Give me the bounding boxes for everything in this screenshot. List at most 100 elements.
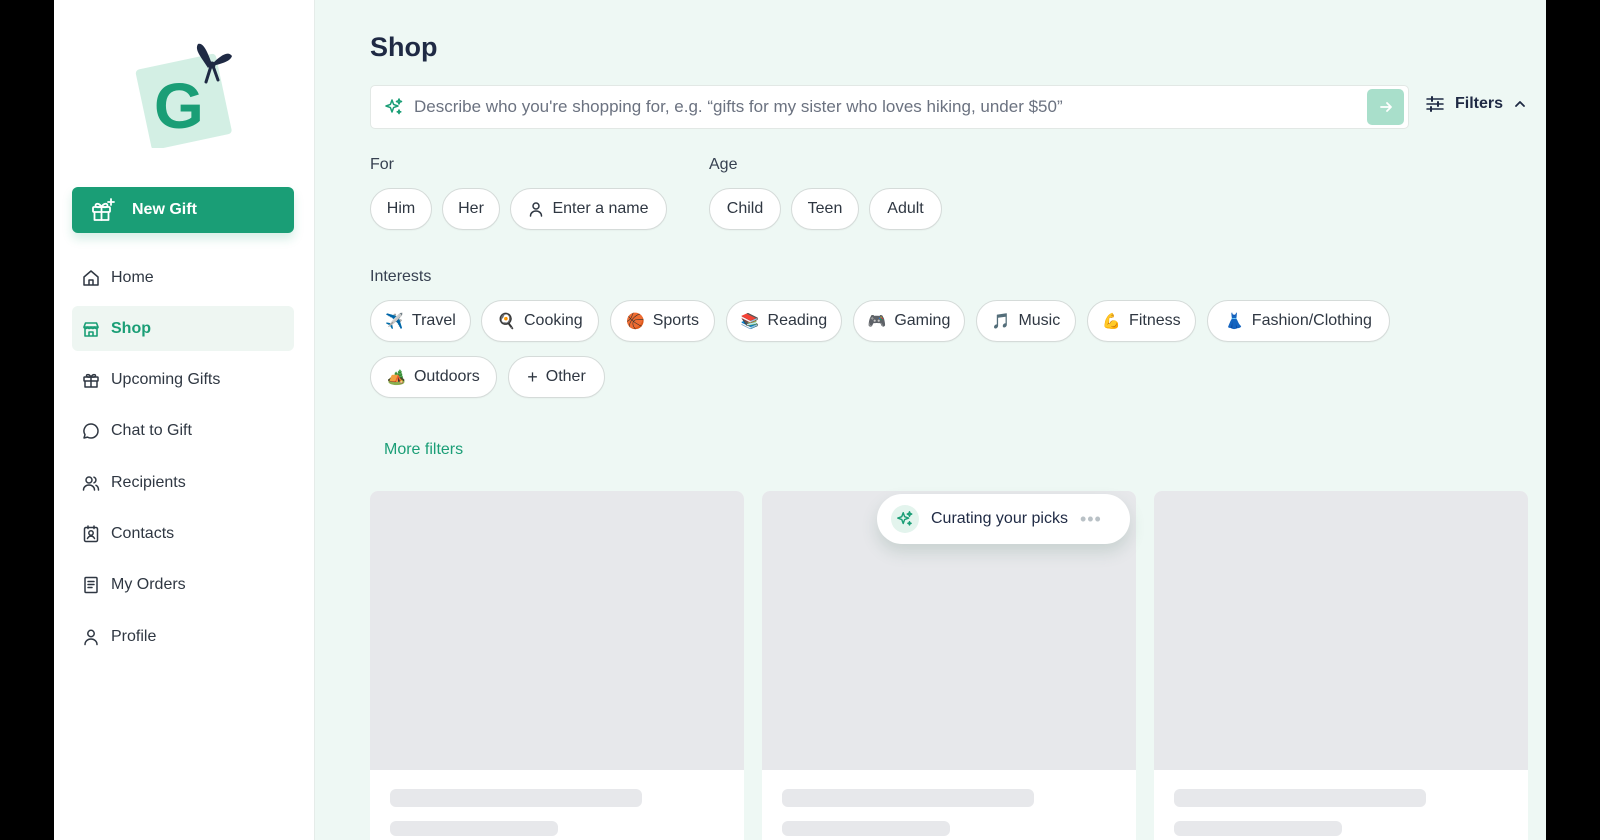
chip-other[interactable]: + Other	[508, 356, 605, 398]
books-icon: 📚	[740, 313, 760, 330]
profile-icon	[81, 627, 101, 647]
chip-label: Outdoors	[413, 368, 480, 385]
music-note-icon: 🎵	[991, 313, 1011, 330]
sparkle-icon	[891, 505, 919, 533]
chip-teen[interactable]: Teen	[791, 188, 859, 230]
sidebar-item-label: Profile	[111, 627, 157, 645]
sidebar-item-home[interactable]: Home	[72, 255, 294, 300]
frying-pan-icon: 🍳	[497, 313, 516, 330]
product-card-skeleton	[1154, 491, 1528, 840]
shop-icon	[81, 319, 101, 339]
sidebar-item-contacts[interactable]: Contacts	[72, 511, 294, 556]
curating-label: Curating your picks	[931, 510, 1068, 527]
title-placeholder	[1174, 789, 1426, 807]
image-placeholder	[370, 491, 744, 770]
search-input[interactable]	[412, 96, 1367, 118]
chip-label: Music	[1018, 312, 1061, 329]
chip-label: Her	[458, 200, 484, 217]
chip-outdoors[interactable]: 🏕️ Outdoors	[370, 356, 497, 398]
plus-icon: +	[527, 366, 538, 387]
sparkle-icon	[384, 97, 404, 117]
curating-status-pill: Curating your picks •••	[877, 494, 1130, 544]
orders-icon	[81, 575, 101, 595]
camping-tent-icon: 🏕️	[387, 369, 406, 386]
contacts-icon	[81, 524, 101, 544]
sidebar-nav: Home Shop Upcoming Gifts Chat to Gift Re…	[72, 255, 294, 665]
search-submit-button[interactable]	[1367, 89, 1404, 125]
title-placeholder	[390, 789, 642, 807]
chip-label: Other	[545, 368, 586, 385]
more-filters-link[interactable]: More filters	[384, 441, 463, 459]
price-placeholder	[390, 821, 558, 836]
chip-gaming[interactable]: 🎮 Gaming	[853, 300, 965, 342]
basketball-icon: 🏀	[626, 313, 645, 330]
chip-him[interactable]: Him	[370, 188, 432, 230]
sidebar-item-label: Recipients	[111, 473, 186, 491]
gift-plus-icon	[90, 195, 120, 225]
for-section-label: For	[370, 156, 394, 173]
filters-label: Filters	[1455, 95, 1504, 112]
product-card-skeleton	[370, 491, 744, 840]
gift-tag-logo[interactable]: G	[132, 38, 242, 150]
svg-text:G: G	[154, 70, 204, 142]
chip-enter-a-name[interactable]: Enter a name	[510, 188, 667, 230]
chip-cooking[interactable]: 🍳 Cooking	[481, 300, 599, 342]
sidebar: G New Gift Home Shop Upcoming Gifts Chat…	[54, 0, 315, 840]
sidebar-item-label: My Orders	[111, 576, 186, 594]
game-controller-icon: 🎮	[867, 313, 887, 330]
search-bar	[370, 85, 1409, 129]
new-gift-label: New Gift	[132, 201, 197, 218]
chip-label: Fitness	[1129, 312, 1181, 329]
gift-icon	[81, 370, 101, 390]
loading-dots: •••	[1079, 508, 1102, 529]
chip-label: Sports	[652, 312, 699, 329]
sidebar-item-recipients[interactable]: Recipients	[72, 460, 294, 505]
chip-label: Enter a name	[552, 200, 649, 217]
flexed-arm-icon: 💪	[1102, 313, 1122, 330]
chip-adult[interactable]: Adult	[869, 188, 942, 230]
chevron-up-icon	[1513, 97, 1527, 111]
dress-icon: 👗	[1225, 313, 1244, 330]
chip-label: Teen	[807, 200, 843, 217]
airplane-icon: ✈️	[385, 313, 404, 330]
recipients-icon	[81, 473, 101, 493]
new-gift-button[interactable]: New Gift	[72, 187, 294, 233]
chip-label: Reading	[767, 312, 828, 329]
sidebar-item-label: Chat to Gift	[111, 422, 192, 440]
sliders-icon	[1426, 94, 1446, 114]
chip-fitness[interactable]: 💪 Fitness	[1087, 300, 1196, 342]
chip-reading[interactable]: 📚 Reading	[726, 300, 842, 342]
page-title: Shop	[370, 32, 438, 62]
chip-fashion-clothing[interactable]: 👗 Fashion/Clothing	[1207, 300, 1390, 342]
chip-label: Gaming	[894, 312, 951, 329]
chip-sports[interactable]: 🏀 Sports	[610, 300, 715, 342]
sidebar-item-chat-to-gift[interactable]: Chat to Gift	[72, 409, 294, 454]
sidebar-item-shop[interactable]: Shop	[72, 306, 294, 352]
chat-icon	[81, 421, 101, 441]
sidebar-item-label: Upcoming Gifts	[111, 371, 221, 389]
chip-child[interactable]: Child	[709, 188, 781, 230]
arrow-right-icon	[1378, 99, 1394, 115]
app-window: G New Gift Home Shop Upcoming Gifts Chat…	[54, 0, 1546, 840]
chip-label: Fashion/Clothing	[1251, 312, 1372, 329]
chip-label: Travel	[411, 312, 456, 329]
chip-label: Him	[386, 200, 416, 217]
sidebar-item-my-orders[interactable]: My Orders	[72, 563, 294, 608]
chip-label: Adult	[887, 200, 924, 217]
sidebar-item-profile[interactable]: Profile	[72, 614, 294, 659]
sidebar-item-label: Home	[111, 268, 154, 286]
filters-toggle-button[interactable]: Filters	[1426, 94, 1527, 114]
image-placeholder	[1154, 491, 1528, 770]
price-placeholder	[782, 821, 950, 836]
chip-travel[interactable]: ✈️ Travel	[370, 300, 471, 342]
main-content: Shop Filters For Him	[370, 0, 1546, 840]
price-placeholder	[1174, 821, 1342, 836]
sidebar-item-upcoming-gifts[interactable]: Upcoming Gifts	[72, 358, 294, 403]
title-placeholder	[782, 789, 1034, 807]
sidebar-item-label: Contacts	[111, 524, 175, 542]
chip-label: Cooking	[523, 312, 583, 329]
sidebar-item-label: Shop	[111, 319, 151, 337]
chip-music[interactable]: 🎵 Music	[976, 300, 1076, 342]
chip-her[interactable]: Her	[442, 188, 500, 230]
interests-section-label: Interests	[370, 268, 432, 285]
